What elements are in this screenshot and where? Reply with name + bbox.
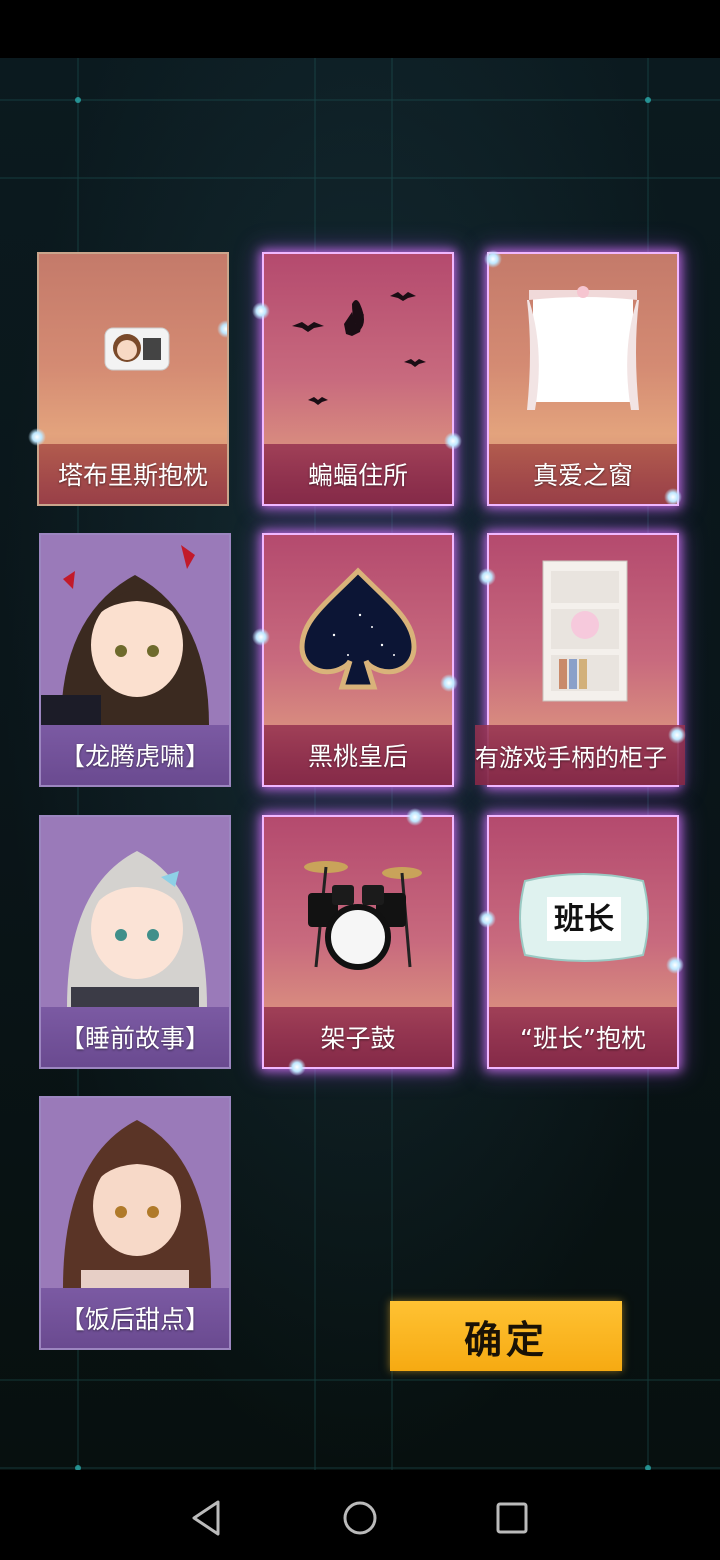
- sparkle-icon: [478, 568, 496, 586]
- card-label: 黑桃皇后: [264, 725, 452, 785]
- status-bar: [0, 0, 720, 58]
- character-portrait-icon: [41, 817, 229, 1007]
- furniture-card-class-monitor-pillow[interactable]: 班长 “班长”抱枕: [487, 815, 679, 1069]
- sparkle-icon: [478, 910, 496, 928]
- bookshelf-icon: [542, 560, 628, 702]
- sparkle-icon: [484, 250, 502, 268]
- sparkle-icon: [444, 432, 462, 450]
- card-label: 真爱之窗: [489, 444, 677, 504]
- character-card-after-dinner-dessert[interactable]: 【饭后甜点】: [39, 1096, 231, 1350]
- recents-icon[interactable]: [482, 1488, 542, 1548]
- card-label: 【睡前故事】: [41, 1007, 229, 1067]
- card-label: 蝙蝠住所: [264, 444, 452, 504]
- character-portrait-icon: [41, 535, 229, 725]
- furniture-card-tabris-pillow[interactable]: 塔布里斯抱枕: [37, 252, 229, 506]
- card-label: 有游戏手柄的柜子: [475, 725, 685, 785]
- bats-icon: [292, 292, 426, 405]
- sparkle-icon: [440, 674, 458, 692]
- furniture-card-queen-of-spades[interactable]: 黑桃皇后: [262, 533, 454, 787]
- sparkle-icon: [252, 302, 270, 320]
- card-label: 【饭后甜点】: [41, 1288, 229, 1348]
- sparkle-icon: [28, 428, 46, 446]
- sparkle-icon: [668, 726, 686, 744]
- furniture-card-true-love-window[interactable]: 真爱之窗: [487, 252, 679, 506]
- drum-kit-icon: [304, 861, 422, 970]
- sparkle-icon: [288, 1058, 306, 1076]
- card-label: 【龙腾虎啸】: [41, 725, 229, 785]
- furniture-card-bat-house[interactable]: 蝙蝠住所: [262, 252, 454, 506]
- character-card-dragon-tiger[interactable]: 【龙腾虎啸】: [39, 533, 231, 787]
- sparkle-icon: [406, 808, 424, 826]
- card-label: 塔布里斯抱枕: [39, 444, 227, 504]
- back-icon[interactable]: [176, 1488, 236, 1548]
- character-card-bedtime-story[interactable]: 【睡前故事】: [39, 815, 231, 1069]
- sparkle-icon: [217, 320, 227, 338]
- screen: 塔布里斯抱枕 蝙蝠住所 真爱之窗 【龙腾虎啸】 黑桃皇后 有游戏手柄的柜子 【睡…: [0, 0, 720, 1560]
- navigation-bar: [0, 1470, 720, 1560]
- home-icon[interactable]: [330, 1488, 390, 1548]
- pillow-text: 班长: [554, 902, 614, 937]
- furniture-card-drum-kit[interactable]: 架子鼓: [262, 815, 454, 1069]
- sparkle-icon: [252, 628, 270, 646]
- pillow-icon: 班长: [519, 873, 649, 962]
- sparkle-icon: [666, 956, 684, 974]
- spade-icon: [299, 567, 417, 690]
- furniture-card-gamepad-cabinet[interactable]: 有游戏手柄的柜子: [475, 533, 685, 787]
- sparkle-icon: [664, 488, 682, 506]
- card-label: “班长”抱枕: [489, 1007, 677, 1067]
- window-curtain-icon: [527, 286, 639, 410]
- pillow-icon: [104, 327, 170, 371]
- character-portrait-icon: [41, 1098, 229, 1288]
- confirm-button[interactable]: 确定: [390, 1301, 622, 1371]
